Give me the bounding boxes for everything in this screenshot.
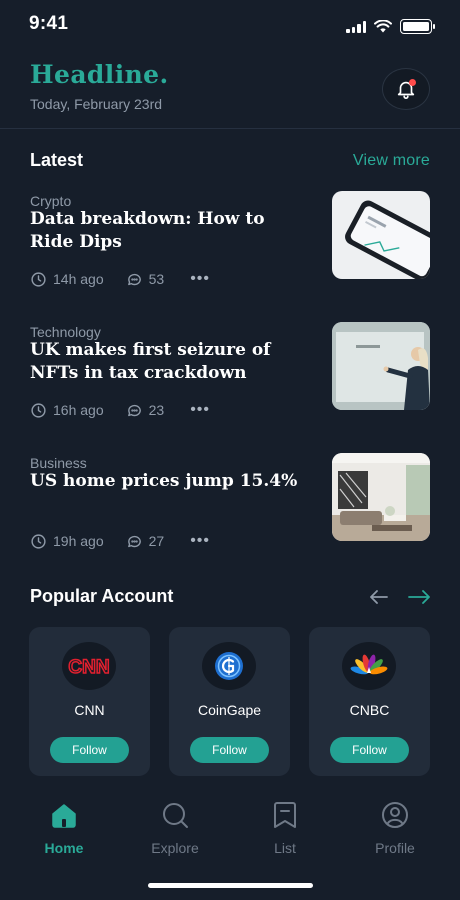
more-options-icon[interactable]: ••• <box>190 270 210 288</box>
latest-section-header: Latest View more <box>30 150 430 171</box>
home-indicator[interactable] <box>148 883 313 888</box>
account-name: CNN <box>74 702 105 718</box>
bottom-tab-bar: Home Explore List Profile <box>0 800 460 870</box>
battery-icon <box>400 19 435 34</box>
news-comments-count: 27 <box>148 533 165 549</box>
news-meta: 14h ago 53 ••• <box>30 270 210 288</box>
arrow-right-icon[interactable] <box>408 589 430 604</box>
news-item[interactable]: Business US home prices jump 15.4% 19h a… <box>30 453 430 555</box>
more-options-icon[interactable]: ••• <box>190 401 210 419</box>
news-item[interactable]: Crypto Data breakdown: How to Ride Dips … <box>30 191 430 293</box>
tab-label: Explore <box>151 840 199 856</box>
account-card-cnbc[interactable]: CNBC Follow <box>309 627 430 776</box>
tab-explore[interactable]: Explore <box>130 800 220 856</box>
header-divider <box>0 128 460 129</box>
wifi-icon <box>374 20 392 33</box>
account-card-coingape[interactable]: CoinGape Follow <box>169 627 290 776</box>
tab-label: Home <box>44 840 84 856</box>
search-icon <box>163 803 188 828</box>
tab-home[interactable]: Home <box>19 800 109 856</box>
popular-title: Popular Account <box>30 586 174 606</box>
app-title: Headline. <box>30 60 169 89</box>
coingape-logo <box>202 642 256 690</box>
tab-profile[interactable]: Profile <box>350 800 440 856</box>
news-time: 14h ago <box>53 271 104 287</box>
tab-label: Profile <box>375 840 415 856</box>
news-headline[interactable]: US home prices jump 15.4% <box>30 470 310 493</box>
news-meta: 19h ago 27 ••• <box>30 532 210 550</box>
comment-icon <box>127 273 141 285</box>
follow-button[interactable]: Follow <box>330 737 409 763</box>
home-icon <box>52 804 76 828</box>
tab-label: List <box>274 840 296 856</box>
comment-icon <box>127 404 141 416</box>
status-time: 9:41 <box>29 13 69 34</box>
latest-title: Latest <box>30 150 84 170</box>
svg-text:CNN: CNN <box>68 657 109 678</box>
user-icon <box>382 802 408 828</box>
tab-list[interactable]: List <box>240 800 330 856</box>
news-thumbnail[interactable] <box>332 453 430 541</box>
news-time: 19h ago <box>53 533 104 549</box>
status-bar: 9:41 <box>0 0 460 50</box>
cellular-signal-icon <box>346 20 366 33</box>
news-comments-count: 53 <box>148 271 165 287</box>
news-comments-count: 23 <box>148 402 165 418</box>
news-meta: 16h ago 23 ••• <box>30 401 210 419</box>
arrow-left-icon[interactable] <box>370 589 388 604</box>
news-time: 16h ago <box>53 402 104 418</box>
follow-button[interactable]: Follow <box>50 737 129 763</box>
follow-button[interactable]: Follow <box>190 737 269 763</box>
account-name: CNBC <box>349 702 390 718</box>
news-headline[interactable]: Data breakdown: How to Ride Dips <box>30 208 310 254</box>
notifications-button[interactable] <box>382 68 430 110</box>
popular-section-header: Popular Account <box>30 586 430 607</box>
clock-icon <box>31 533 46 549</box>
account-card-cnn[interactable]: CNN CNN Follow <box>29 627 150 776</box>
account-name: CoinGape <box>197 702 262 718</box>
news-item[interactable]: Technology UK makes first seizure of NFT… <box>30 322 430 424</box>
bookmark-icon <box>274 802 296 828</box>
clock-icon <box>31 271 46 287</box>
more-options-icon[interactable]: ••• <box>190 532 210 550</box>
app-header: Headline. Today, February 23rd <box>30 60 430 120</box>
current-date: Today, February 23rd <box>30 96 163 112</box>
notification-dot <box>409 79 416 86</box>
clock-icon <box>31 402 46 418</box>
carousel-arrows <box>370 589 430 604</box>
view-more-link[interactable]: View more <box>353 152 430 170</box>
news-headline[interactable]: UK makes first seizure of NFTs in tax cr… <box>30 339 310 385</box>
cnn-logo: CNN <box>62 642 116 690</box>
status-icons <box>346 19 435 34</box>
comment-icon <box>127 535 141 547</box>
cnbc-peacock-logo <box>342 642 396 690</box>
news-thumbnail[interactable] <box>332 322 430 410</box>
news-thumbnail[interactable] <box>332 191 430 279</box>
